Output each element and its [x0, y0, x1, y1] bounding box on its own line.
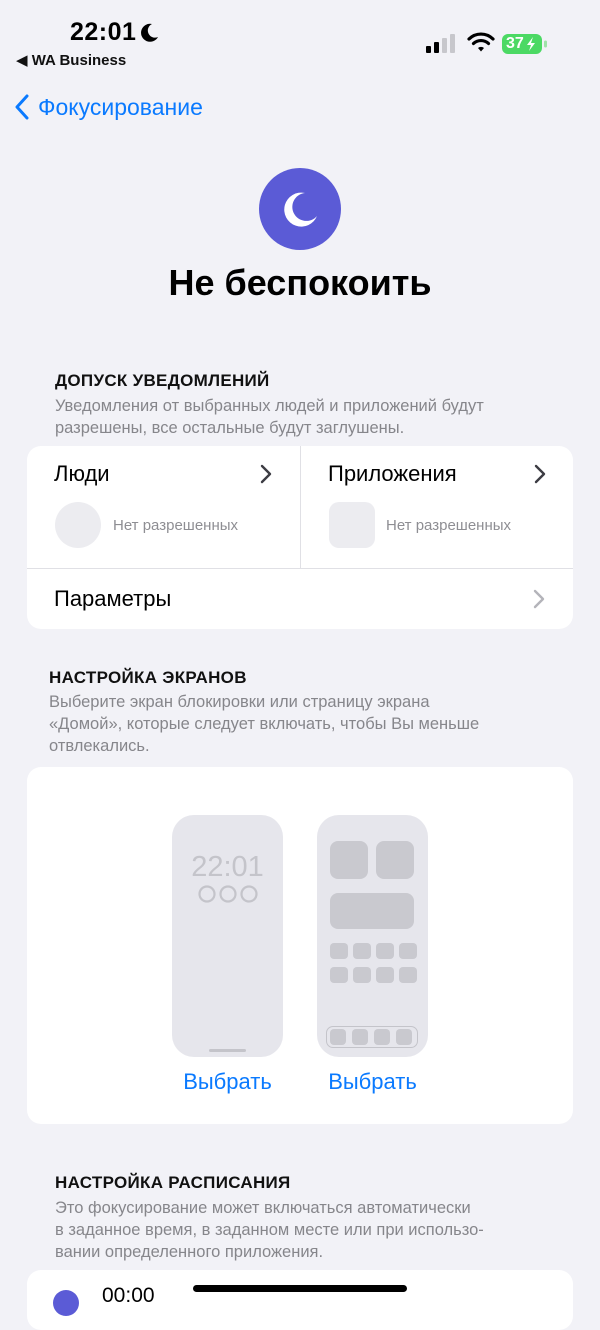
- allowed-notifications-card: Люди Нет разрешенных Приложения Нет разр…: [27, 446, 573, 629]
- lock-screen-widgets-icon: [198, 885, 258, 903]
- schedule-desc-1: Это фокусирование может включаться автом…: [55, 1199, 471, 1217]
- screens-desc-1: Выберите экран блокировки или страницу э…: [49, 693, 430, 711]
- chevron-right-icon: [260, 464, 272, 484]
- back-to-app-link[interactable]: ◀ WA Business: [16, 51, 126, 69]
- schedule-time[interactable]: 00:00: [102, 1284, 155, 1308]
- home-indicator[interactable]: [193, 1285, 407, 1292]
- apps-cell[interactable]: Приложения Нет разрешенных: [301, 446, 573, 568]
- apps-label: Приложения: [328, 461, 457, 486]
- moon-icon: [141, 23, 158, 42]
- schedule-desc-3: вании определенного приложения.: [55, 1243, 324, 1261]
- battery-percent: 37: [506, 35, 524, 52]
- choose-home-screen-button[interactable]: Выбрать: [317, 1069, 428, 1095]
- home-screen-preview[interactable]: [317, 815, 428, 1057]
- people-cell[interactable]: Люди Нет разрешенных: [27, 446, 300, 568]
- allowed-notifications-desc-1: Уведомления от выбранных людей и приложе…: [55, 397, 484, 415]
- options-label: Параметры: [54, 586, 172, 611]
- screens-desc-3: отвлекались.: [49, 737, 150, 755]
- back-button-label: Фокусирование: [38, 93, 203, 120]
- apps-none-text: Нет разрешенных: [386, 517, 512, 534]
- allowed-notifications-heading: ДОПУСК УВЕДОМЛЕНИЙ: [55, 371, 270, 390]
- back-button[interactable]: Фокусирование: [14, 92, 203, 122]
- do-not-disturb-icon: [259, 168, 341, 250]
- status-time: 22:01: [70, 18, 137, 46]
- screens-card: 22:01 Выбрать Выбрать: [27, 767, 573, 1124]
- chevron-right-icon: [533, 589, 545, 609]
- people-none-text: Нет разрешенных: [113, 517, 239, 534]
- battery-indicator: 37: [502, 33, 548, 55]
- apps-placeholder-icon: [329, 502, 375, 548]
- chevron-left-icon: [15, 94, 29, 120]
- dock-placeholder: [326, 1026, 418, 1048]
- chevron-right-icon: [534, 464, 546, 484]
- screens-heading: НАСТРОЙКА ЭКРАНОВ: [49, 668, 247, 687]
- schedule-moon-icon: [53, 1290, 79, 1316]
- lock-screen-home-bar: [209, 1049, 246, 1052]
- schedule-card: 00:00: [27, 1270, 573, 1330]
- lock-screen-time: 22:01: [191, 851, 264, 883]
- wifi-icon: [467, 32, 495, 52]
- schedule-heading: НАСТРОЙКА РАСПИСАНИЯ: [55, 1173, 291, 1192]
- options-row[interactable]: Параметры: [27, 569, 573, 629]
- widget-placeholder: [330, 841, 368, 879]
- lock-screen-preview[interactable]: 22:01: [172, 815, 283, 1057]
- cellular-signal-icon: [426, 34, 455, 53]
- widget-placeholder-wide: [330, 893, 414, 929]
- people-label: Люди: [54, 461, 110, 486]
- page-title: Не беспокоить: [168, 262, 432, 303]
- allowed-notifications-desc-2: разрешены, все остальные будут заглушены…: [55, 419, 405, 437]
- screens-desc-2: «Домой», которые следует включать, чтобы…: [49, 715, 480, 733]
- schedule-desc-2: в заданное время, в заданном месте или п…: [55, 1221, 484, 1239]
- choose-lock-screen-button[interactable]: Выбрать: [172, 1069, 283, 1095]
- widget-placeholder: [376, 841, 414, 879]
- people-placeholder-avatar: [55, 502, 101, 548]
